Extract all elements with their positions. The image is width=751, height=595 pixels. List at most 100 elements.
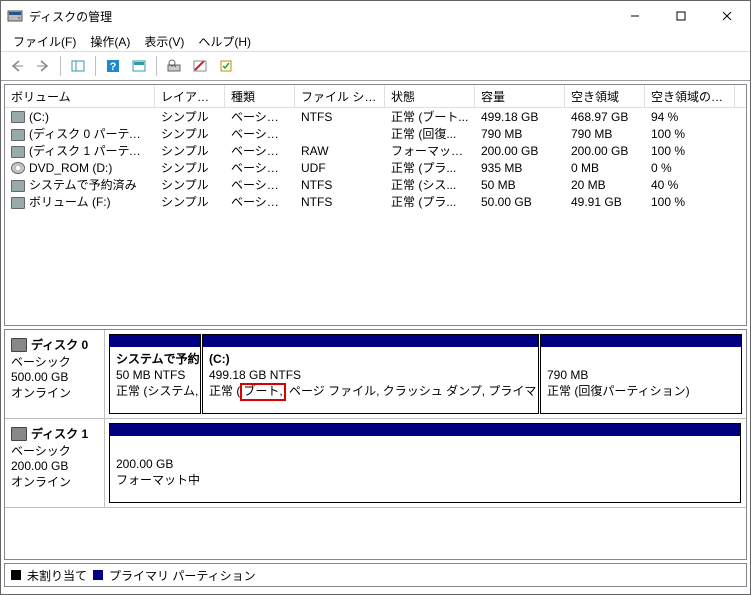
window-title: ディスクの管理: [29, 8, 612, 25]
statusbar: [1, 590, 750, 594]
cell-pct: 100 %: [645, 144, 735, 158]
separator: [95, 56, 96, 76]
disk-icon: [11, 197, 25, 209]
cell-capacity: 935 MB: [475, 161, 565, 175]
partition[interactable]: (C:)499.18 GB NTFS正常 (ブート, ページ ファイル, クラッ…: [202, 334, 539, 414]
disk-label[interactable]: ディスク 1ベーシック200.00 GBオンライン: [5, 419, 105, 507]
menu-help[interactable]: ヘルプ(H): [192, 31, 257, 52]
cell-type: ベーシック: [225, 108, 295, 125]
volume-row[interactable]: システムで予約済みシンプルベーシックNTFS正常 (シス...50 MB20 M…: [5, 176, 746, 193]
disk-icon: [11, 427, 27, 441]
partition-size: 200.00 GB: [116, 456, 734, 472]
cell-free: 468.97 GB: [565, 110, 645, 124]
disk-management-window: ディスクの管理 ファイル(F) 操作(A) 表示(V) ヘルプ(H) ? ボリュ…: [0, 0, 751, 595]
volume-name: DVD_ROM (D:): [29, 161, 112, 175]
forward-button[interactable]: [31, 54, 55, 78]
col-type[interactable]: 種類: [225, 85, 295, 107]
partition-title: システムで予約済み: [116, 351, 194, 367]
settings-button[interactable]: [188, 54, 212, 78]
properties-button[interactable]: [214, 54, 238, 78]
cell-type: ベーシック: [225, 142, 295, 159]
partition[interactable]: 790 MB正常 (回復パーティション): [540, 334, 742, 414]
col-capacity[interactable]: 容量: [475, 85, 565, 107]
menu-view[interactable]: 表示(V): [138, 31, 190, 52]
rescan-button[interactable]: [162, 54, 186, 78]
disk-size: 500.00 GB: [11, 370, 98, 384]
col-percent[interactable]: 空き領域の割...: [645, 85, 735, 107]
partition-header: [541, 335, 741, 347]
volume-row[interactable]: (ディスク 0 パーティシ...シンプルベーシック正常 (回復...790 MB…: [5, 125, 746, 142]
separator: [60, 56, 61, 76]
svg-text:?: ?: [110, 61, 117, 73]
col-free[interactable]: 空き領域: [565, 85, 645, 107]
volume-name: (ディスク 0 パーティシ...: [29, 127, 155, 141]
back-button[interactable]: [5, 54, 29, 78]
disk-name: ディスク 0: [31, 336, 88, 353]
close-button[interactable]: [704, 1, 750, 31]
disk-icon: [11, 146, 25, 158]
partition-status: フォーマット中: [116, 472, 734, 488]
col-volume[interactable]: ボリューム: [5, 85, 155, 107]
cell-pct: 100 %: [645, 127, 735, 141]
app-icon: [7, 8, 23, 24]
partition-header: [110, 335, 200, 347]
col-filesystem[interactable]: ファイル システム: [295, 85, 385, 107]
cell-free: 200.00 GB: [565, 144, 645, 158]
cell-status: 正常 (プラ...: [385, 159, 475, 176]
partition-status: 正常 (システム, アク: [116, 383, 194, 399]
cell-layout: シンプル: [155, 193, 225, 210]
volume-name: (ディスク 1 パーティシ...: [29, 144, 155, 158]
partition[interactable]: システムで予約済み50 MB NTFS正常 (システム, アク: [109, 334, 201, 414]
minimize-button[interactable]: [612, 1, 658, 31]
partitions: システムで予約済み50 MB NTFS正常 (システム, アク(C:)499.1…: [105, 330, 746, 418]
legend-primary: プライマリ パーティション: [109, 567, 256, 584]
volume-name: システムで予約済み: [29, 178, 137, 192]
partition-title: (C:): [209, 351, 532, 367]
cell-fs: NTFS: [295, 110, 385, 124]
cell-status: 正常 (シス...: [385, 176, 475, 193]
disk-type: ベーシック: [11, 353, 98, 370]
menu-file[interactable]: ファイル(F): [7, 31, 82, 52]
cell-status: 正常 (プラ...: [385, 193, 475, 210]
cd-icon: [11, 162, 25, 174]
cell-free: 0 MB: [565, 161, 645, 175]
volume-row[interactable]: DVD_ROM (D:)シンプルベーシックUDF正常 (プラ...935 MB0…: [5, 159, 746, 176]
partition-status: 正常 (ブート, ページ ファイル, クラッシュ ダンプ, プライマリ パーティ…: [209, 383, 532, 400]
volume-row[interactable]: ボリューム (F:)シンプルベーシックNTFS正常 (プラ...50.00 GB…: [5, 193, 746, 210]
disk-icon: [11, 129, 25, 141]
cell-free: 790 MB: [565, 127, 645, 141]
volume-row[interactable]: (ディスク 1 パーティシ...シンプルベーシックRAWフォーマット中200.0…: [5, 142, 746, 159]
volume-name: (C:): [29, 110, 49, 124]
disk-label[interactable]: ディスク 0ベーシック500.00 GBオンライン: [5, 330, 105, 418]
cell-pct: 40 %: [645, 178, 735, 192]
graphical-view[interactable]: ディスク 0ベーシック500.00 GBオンラインシステムで予約済み50 MB …: [4, 329, 747, 560]
cell-type: ベーシック: [225, 125, 295, 142]
help-button[interactable]: ?: [101, 54, 125, 78]
cell-type: ベーシック: [225, 193, 295, 210]
cell-pct: 100 %: [645, 195, 735, 209]
cell-status: フォーマット中: [385, 142, 475, 159]
partition-size: 50 MB NTFS: [116, 367, 194, 383]
partition-size: 790 MB: [547, 367, 735, 383]
legend-unallocated: 未割り当て: [27, 567, 87, 584]
refresh-button[interactable]: [127, 54, 151, 78]
cell-layout: シンプル: [155, 159, 225, 176]
highlight-boot: ブート,: [240, 383, 285, 400]
volume-row[interactable]: (C:)シンプルベーシックNTFS正常 (ブート...499.18 GB468.…: [5, 108, 746, 125]
partition-header: [110, 424, 740, 436]
menu-action[interactable]: 操作(A): [84, 31, 136, 52]
col-layout[interactable]: レイアウト: [155, 85, 225, 107]
show-hide-tree-button[interactable]: [66, 54, 90, 78]
col-status[interactable]: 状態: [385, 85, 475, 107]
partition[interactable]: 200.00 GBフォーマット中: [109, 423, 741, 503]
partition-status: 正常 (回復パーティション): [547, 383, 735, 399]
partitions: 200.00 GBフォーマット中: [105, 419, 746, 507]
cell-fs: NTFS: [295, 178, 385, 192]
volume-list[interactable]: ボリューム レイアウト 種類 ファイル システム 状態 容量 空き領域 空き領域…: [4, 84, 747, 326]
disk-type: ベーシック: [11, 442, 98, 459]
maximize-button[interactable]: [658, 1, 704, 31]
cell-status: 正常 (ブート...: [385, 108, 475, 125]
disk-row: ディスク 1ベーシック200.00 GBオンライン 200.00 GBフォーマッ…: [5, 419, 746, 508]
cell-layout: シンプル: [155, 108, 225, 125]
titlebar[interactable]: ディスクの管理: [1, 1, 750, 31]
